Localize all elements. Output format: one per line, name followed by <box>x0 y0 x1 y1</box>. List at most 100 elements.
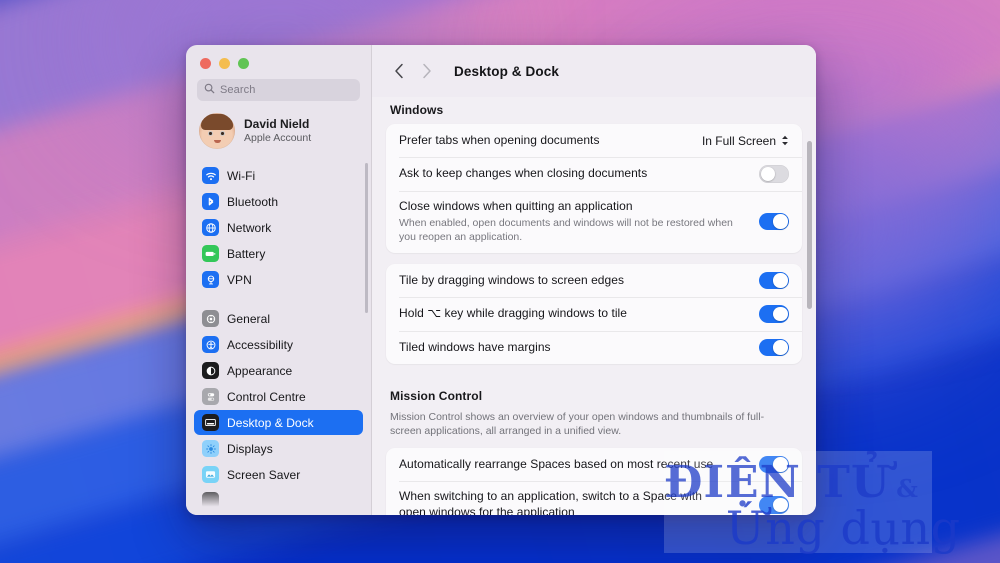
row-tiled-windows-margins[interactable]: Tiled windows have margins <box>386 330 802 365</box>
spotlight-icon <box>202 492 219 509</box>
minimize-button[interactable] <box>219 58 230 69</box>
section-heading-mission-control: Mission Control <box>390 389 483 404</box>
control-centre-icon <box>202 388 219 405</box>
avatar-mouth <box>214 140 221 143</box>
displays-icon <box>202 440 219 457</box>
desktop-dock-icon <box>202 414 219 431</box>
screen-saver-icon <box>202 466 219 483</box>
tile-by-dragging-toggle[interactable] <box>759 271 789 290</box>
forward-button[interactable] <box>414 58 440 84</box>
row-close-windows-quitting[interactable]: Close windows when quitting an applicati… <box>386 190 802 253</box>
row-switch-to-space[interactable]: When switching to an application, switch… <box>386 481 802 515</box>
back-button[interactable] <box>386 58 412 84</box>
row-label: Prefer tabs when opening documents <box>399 132 600 147</box>
bluetooth-icon <box>202 193 219 210</box>
row-prefer-tabs[interactable]: Prefer tabs when opening documents In Fu… <box>386 124 802 157</box>
prefer-tabs-dropdown[interactable]: In Full Screen <box>702 134 789 148</box>
row-label: Hold ⌥ key while dragging windows to til… <box>399 306 627 321</box>
sidebar-item-control-centre[interactable]: Control Centre <box>194 384 363 409</box>
toggle-knob <box>773 340 788 355</box>
settings-card: Prefer tabs when opening documents In Fu… <box>386 124 802 253</box>
section-heading-windows: Windows <box>390 103 444 117</box>
content-scrollbar[interactable] <box>807 141 812 309</box>
section-description: Mission Control shows an overview of you… <box>390 411 765 438</box>
row-ask-keep-changes[interactable]: Ask to keep changes when closing documen… <box>386 157 802 191</box>
sidebar-search: Search <box>186 69 371 101</box>
row-hold-option-key[interactable]: Hold ⌥ key while dragging windows to til… <box>386 297 802 331</box>
row-label: Automatically rearrange Spaces based on … <box>399 456 714 471</box>
content-pane: Desktop & Dock Windows Prefer tabs when … <box>372 45 816 515</box>
sidebar-item-label: Accessibility <box>227 337 293 352</box>
toggle-knob <box>773 497 788 512</box>
sidebar-item-label: Control Centre <box>227 389 306 404</box>
search-placeholder: Search <box>220 84 256 96</box>
sidebar-item-network[interactable]: Network <box>194 215 363 240</box>
sidebar-item-label: VPN <box>227 272 252 287</box>
appearance-icon <box>202 362 219 379</box>
avatar-hair <box>201 114 233 130</box>
globe-icon <box>202 219 219 236</box>
toggle-knob <box>773 306 788 322</box>
row-label: When switching to an application, switch… <box>399 489 702 515</box>
account-name: David Nield <box>244 116 310 131</box>
sidebar-item-label: Desktop & Dock <box>227 415 314 430</box>
battery-icon <box>202 245 219 262</box>
avatar <box>199 113 235 149</box>
toolbar: Desktop & Dock <box>372 45 816 97</box>
sidebar-item-label: General <box>227 311 271 326</box>
sidebar-item-label: Displays <box>227 441 273 456</box>
sidebar-item-label: Wi-Fi <box>227 168 256 183</box>
search-field[interactable]: Search <box>197 79 360 101</box>
row-tile-by-dragging[interactable]: Tile by dragging windows to screen edges <box>386 264 802 298</box>
page-title: Desktop & Dock <box>454 63 559 79</box>
sidebar-item-screen-saver[interactable]: Screen Saver <box>194 462 363 487</box>
wifi-icon <box>202 167 219 184</box>
sidebar-item-label: Network <box>227 220 272 235</box>
sidebar-item-label: Bluetooth <box>227 194 279 209</box>
chevron-updown-icon <box>781 135 789 146</box>
close-button[interactable] <box>200 58 211 69</box>
sidebar-item-desktop-dock[interactable]: Desktop & Dock <box>194 410 363 435</box>
sidebar-item-accessibility[interactable]: Accessibility <box>194 332 363 357</box>
row-description: When enabled, open documents and windows… <box>399 217 733 243</box>
toggle-knob <box>760 166 775 181</box>
vpn-icon <box>202 271 219 288</box>
close-windows-quitting-toggle[interactable] <box>759 212 789 231</box>
search-icon <box>204 81 215 99</box>
auto-rearrange-spaces-toggle[interactable] <box>759 455 789 474</box>
row-label: Tiled windows have margins <box>399 339 551 354</box>
avatar-eye <box>208 131 213 136</box>
apple-account-row[interactable]: David Nield Apple Account <box>186 101 371 159</box>
account-subtitle: Apple Account <box>244 131 312 144</box>
sidebar-item-battery[interactable]: Battery <box>194 241 363 266</box>
settings-scroll-area[interactable]: Windows Prefer tabs when opening documen… <box>372 97 816 515</box>
sidebar-item-displays[interactable]: Displays <box>194 436 363 461</box>
sidebar: Search David Nield Apple Account Wi-Fi B… <box>186 45 372 515</box>
sidebar-item-label: Battery <box>227 246 266 261</box>
maximize-button[interactable] <box>238 58 249 69</box>
sidebar-item-appearance[interactable]: Appearance <box>194 358 363 383</box>
tiled-windows-margins-toggle[interactable] <box>759 338 789 357</box>
row-label: Tile by dragging windows to screen edges <box>399 272 625 287</box>
hold-option-key-toggle[interactable] <box>759 305 789 323</box>
sidebar-item-partial[interactable] <box>194 488 363 513</box>
sidebar-item-label: Appearance <box>227 363 293 378</box>
sidebar-item-label: Screen Saver <box>227 467 301 482</box>
sidebar-item-wifi[interactable]: Wi-Fi <box>194 163 363 188</box>
window-traffic-lights <box>186 45 371 69</box>
settings-card: Tile by dragging windows to screen edges… <box>386 263 802 365</box>
toggle-knob <box>773 214 788 229</box>
system-settings-window: Search David Nield Apple Account Wi-Fi B… <box>186 45 816 515</box>
sidebar-item-general[interactable]: General <box>194 306 363 331</box>
sidebar-nav: Wi-Fi Bluetooth Network Battery VPN Gene… <box>186 159 371 515</box>
sidebar-group-divider <box>194 293 363 306</box>
row-auto-rearrange-spaces[interactable]: Automatically rearrange Spaces based on … <box>386 448 802 482</box>
sidebar-item-vpn[interactable]: VPN <box>194 267 363 292</box>
gear-icon <box>202 310 219 327</box>
switch-to-space-toggle[interactable] <box>759 496 789 514</box>
sidebar-item-bluetooth[interactable]: Bluetooth <box>194 189 363 214</box>
accessibility-icon <box>202 336 219 353</box>
ask-keep-changes-toggle[interactable] <box>759 165 789 183</box>
row-label: Ask to keep changes when closing documen… <box>399 165 648 180</box>
sidebar-scrollbar[interactable] <box>365 163 368 313</box>
